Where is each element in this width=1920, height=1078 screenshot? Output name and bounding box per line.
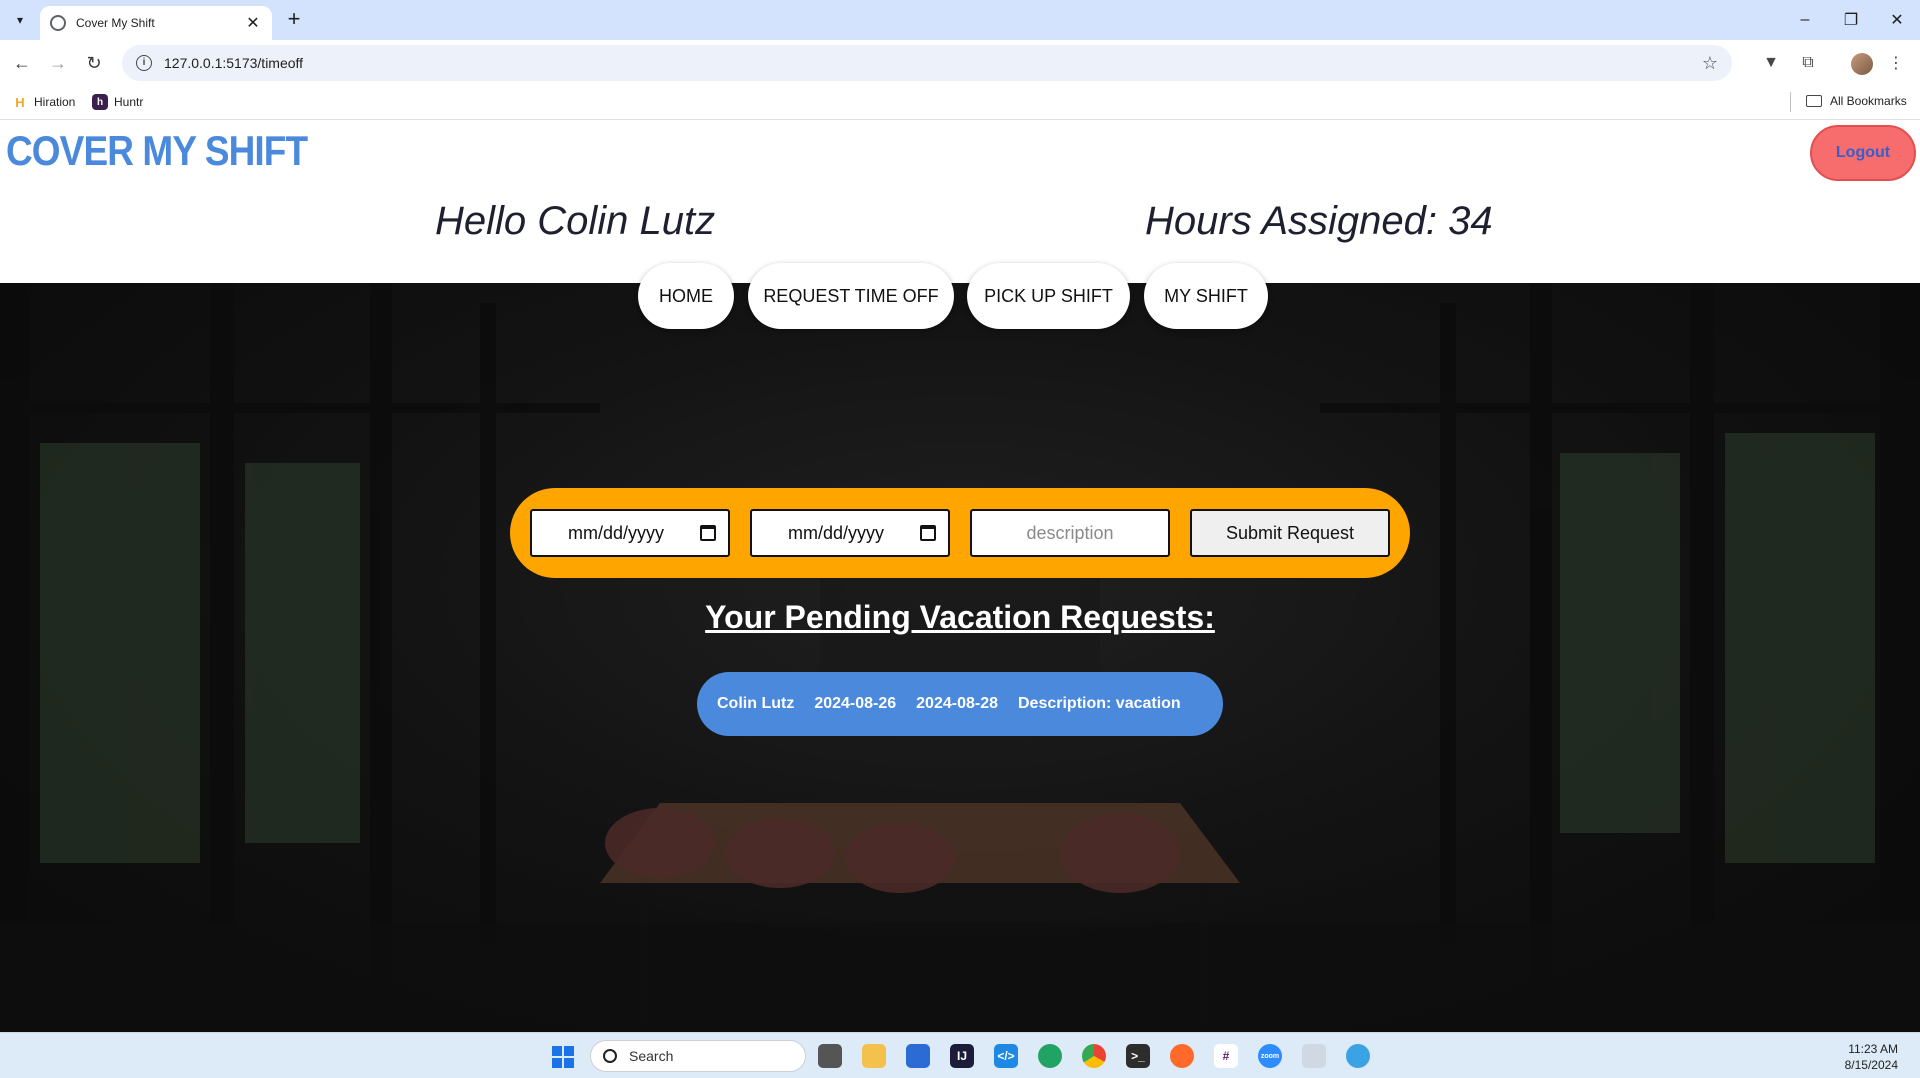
nav-request-time-off[interactable]: REQUEST TIME OFF bbox=[748, 263, 954, 329]
page: COVER MY SHIFT Logout Hello Colin Lutz H… bbox=[0, 121, 1920, 1032]
bookmarks-bar: H Hiration h Huntr bbox=[0, 86, 1920, 120]
vscode-icon[interactable]: </> bbox=[994, 1044, 1018, 1068]
start-date-placeholder: mm/dd/yyyy bbox=[568, 522, 665, 543]
clock-date: 8/15/2024 bbox=[1844, 1058, 1898, 1072]
postman-icon[interactable] bbox=[1170, 1044, 1194, 1068]
url-text: 127.0.0.1:5173/timeoff bbox=[164, 55, 304, 71]
end-date-placeholder: mm/dd/yyyy bbox=[788, 522, 885, 543]
store-icon[interactable] bbox=[906, 1044, 930, 1068]
tab-title: Cover My Shift bbox=[76, 16, 155, 30]
main-navigation: HOME REQUEST TIME OFF PICK UP SHIFT MY S… bbox=[0, 263, 1920, 333]
taskbar-search[interactable]: Search bbox=[590, 1040, 806, 1072]
forward-icon[interactable]: → bbox=[44, 49, 72, 77]
windows-taskbar: Search IJ </> >_ # zoom 11:23 AM 8/15/20… bbox=[0, 1032, 1920, 1078]
browser-tab[interactable]: Cover My Shift ✕ bbox=[40, 6, 272, 40]
nav-home[interactable]: HOME bbox=[638, 263, 734, 329]
time-off-request-form: mm/dd/yyyy mm/dd/yyyy description Submit… bbox=[510, 488, 1410, 578]
greeting-text: Hello Colin Lutz bbox=[435, 199, 716, 243]
pending-requests-heading: Your Pending Vacation Requests: bbox=[705, 599, 1215, 635]
bookmark-label: Huntr bbox=[114, 95, 144, 109]
nav-pick-up-shift[interactable]: PICK UP SHIFT bbox=[967, 263, 1130, 329]
new-tab-icon[interactable]: + bbox=[282, 8, 306, 32]
bookmark-hiration[interactable]: H Hiration bbox=[12, 94, 75, 110]
zoom-icon[interactable]: zoom bbox=[1258, 1044, 1282, 1068]
app-logo: COVER MY SHIFT bbox=[6, 127, 308, 174]
tab-search-icon[interactable]: ▾ bbox=[8, 8, 32, 32]
bookmark-huntr[interactable]: h Huntr bbox=[92, 94, 143, 110]
hiration-icon: H bbox=[15, 94, 25, 110]
taskbar-search-placeholder: Search bbox=[629, 1048, 674, 1064]
request-end-date: 2024-08-28 bbox=[916, 695, 998, 712]
chrome-icon[interactable] bbox=[1082, 1044, 1106, 1068]
nav-my-shift[interactable]: MY SHIFT bbox=[1144, 263, 1268, 329]
close-tab-icon[interactable]: ✕ bbox=[244, 13, 262, 33]
menu-kebab-icon[interactable]: ⋮ bbox=[1884, 51, 1908, 75]
back-icon[interactable]: ← bbox=[8, 49, 36, 77]
globe-app-icon[interactable] bbox=[1346, 1044, 1370, 1068]
slack-icon[interactable]: # bbox=[1214, 1044, 1238, 1068]
vacation-request-item: Colin Lutz 2024-08-26 2024-08-28 Descrip… bbox=[697, 672, 1223, 736]
terminal-icon[interactable]: >_ bbox=[1126, 1044, 1150, 1068]
browser-toolbar: ← → ↻ i 127.0.0.1:5173/timeoff ☆ ▼ ⧉ ⋮ bbox=[0, 40, 1920, 86]
address-bar[interactable]: i 127.0.0.1:5173/timeoff ☆ bbox=[122, 45, 1732, 81]
windows-start-icon[interactable] bbox=[552, 1046, 574, 1068]
notepad-icon[interactable] bbox=[1302, 1044, 1326, 1068]
request-employee-name: Colin Lutz bbox=[717, 695, 795, 712]
clock-time: 11:23 AM bbox=[1848, 1042, 1898, 1056]
request-start-date: 2024-08-26 bbox=[814, 695, 897, 712]
calendar-icon[interactable] bbox=[700, 525, 716, 541]
window-close-icon[interactable]: ✕ bbox=[1874, 0, 1920, 40]
bookmark-label: Hiration bbox=[34, 95, 76, 109]
browser-tabstrip: ▾ Cover My Shift ✕ + – ❐ ✕ bbox=[0, 0, 1920, 40]
minimize-icon[interactable]: – bbox=[1782, 0, 1828, 40]
file-explorer-icon[interactable] bbox=[862, 1044, 886, 1068]
spotify-icon[interactable] bbox=[1038, 1044, 1062, 1068]
site-info-icon[interactable]: i bbox=[136, 55, 152, 71]
office-scene-illustration bbox=[0, 283, 1920, 1032]
reload-icon[interactable]: ↻ bbox=[80, 49, 108, 77]
profile-avatar[interactable] bbox=[1851, 53, 1873, 75]
bookmark-star-icon[interactable]: ☆ bbox=[1702, 53, 1718, 74]
folder-icon bbox=[1806, 95, 1822, 107]
extensions-puzzle-icon[interactable]: ⧉ bbox=[1796, 51, 1820, 75]
description-input[interactable]: description bbox=[970, 509, 1170, 557]
logout-button[interactable]: Logout bbox=[1810, 125, 1916, 181]
office-background-image bbox=[0, 283, 1920, 1032]
calendar-icon[interactable] bbox=[920, 525, 936, 541]
all-bookmarks-button[interactable]: All Bookmarks bbox=[1806, 94, 1907, 108]
window-controls: – ❐ ✕ bbox=[1782, 0, 1920, 40]
system-clock[interactable]: 11:23 AM 8/15/2024 bbox=[1845, 1041, 1898, 1073]
search-icon bbox=[603, 1049, 617, 1063]
all-bookmarks-label: All Bookmarks bbox=[1830, 94, 1907, 108]
restore-icon[interactable]: ❐ bbox=[1828, 0, 1874, 40]
end-date-input[interactable]: mm/dd/yyyy bbox=[750, 509, 950, 557]
hours-assigned-text: Hours Assigned: 34 bbox=[1145, 199, 1493, 243]
extension-v-icon[interactable]: ▼ bbox=[1759, 51, 1783, 75]
globe-icon bbox=[50, 15, 66, 31]
task-view-icon[interactable] bbox=[818, 1044, 842, 1068]
submit-request-button[interactable]: Submit Request bbox=[1190, 509, 1390, 557]
app-header: COVER MY SHIFT Logout Hello Colin Lutz H… bbox=[0, 121, 1920, 283]
bookmarks-divider bbox=[1790, 92, 1791, 112]
intellij-icon[interactable]: IJ bbox=[950, 1044, 974, 1068]
start-date-input[interactable]: mm/dd/yyyy bbox=[530, 509, 730, 557]
huntr-icon: h bbox=[92, 94, 108, 110]
request-description: Description: vacation bbox=[1018, 695, 1181, 712]
